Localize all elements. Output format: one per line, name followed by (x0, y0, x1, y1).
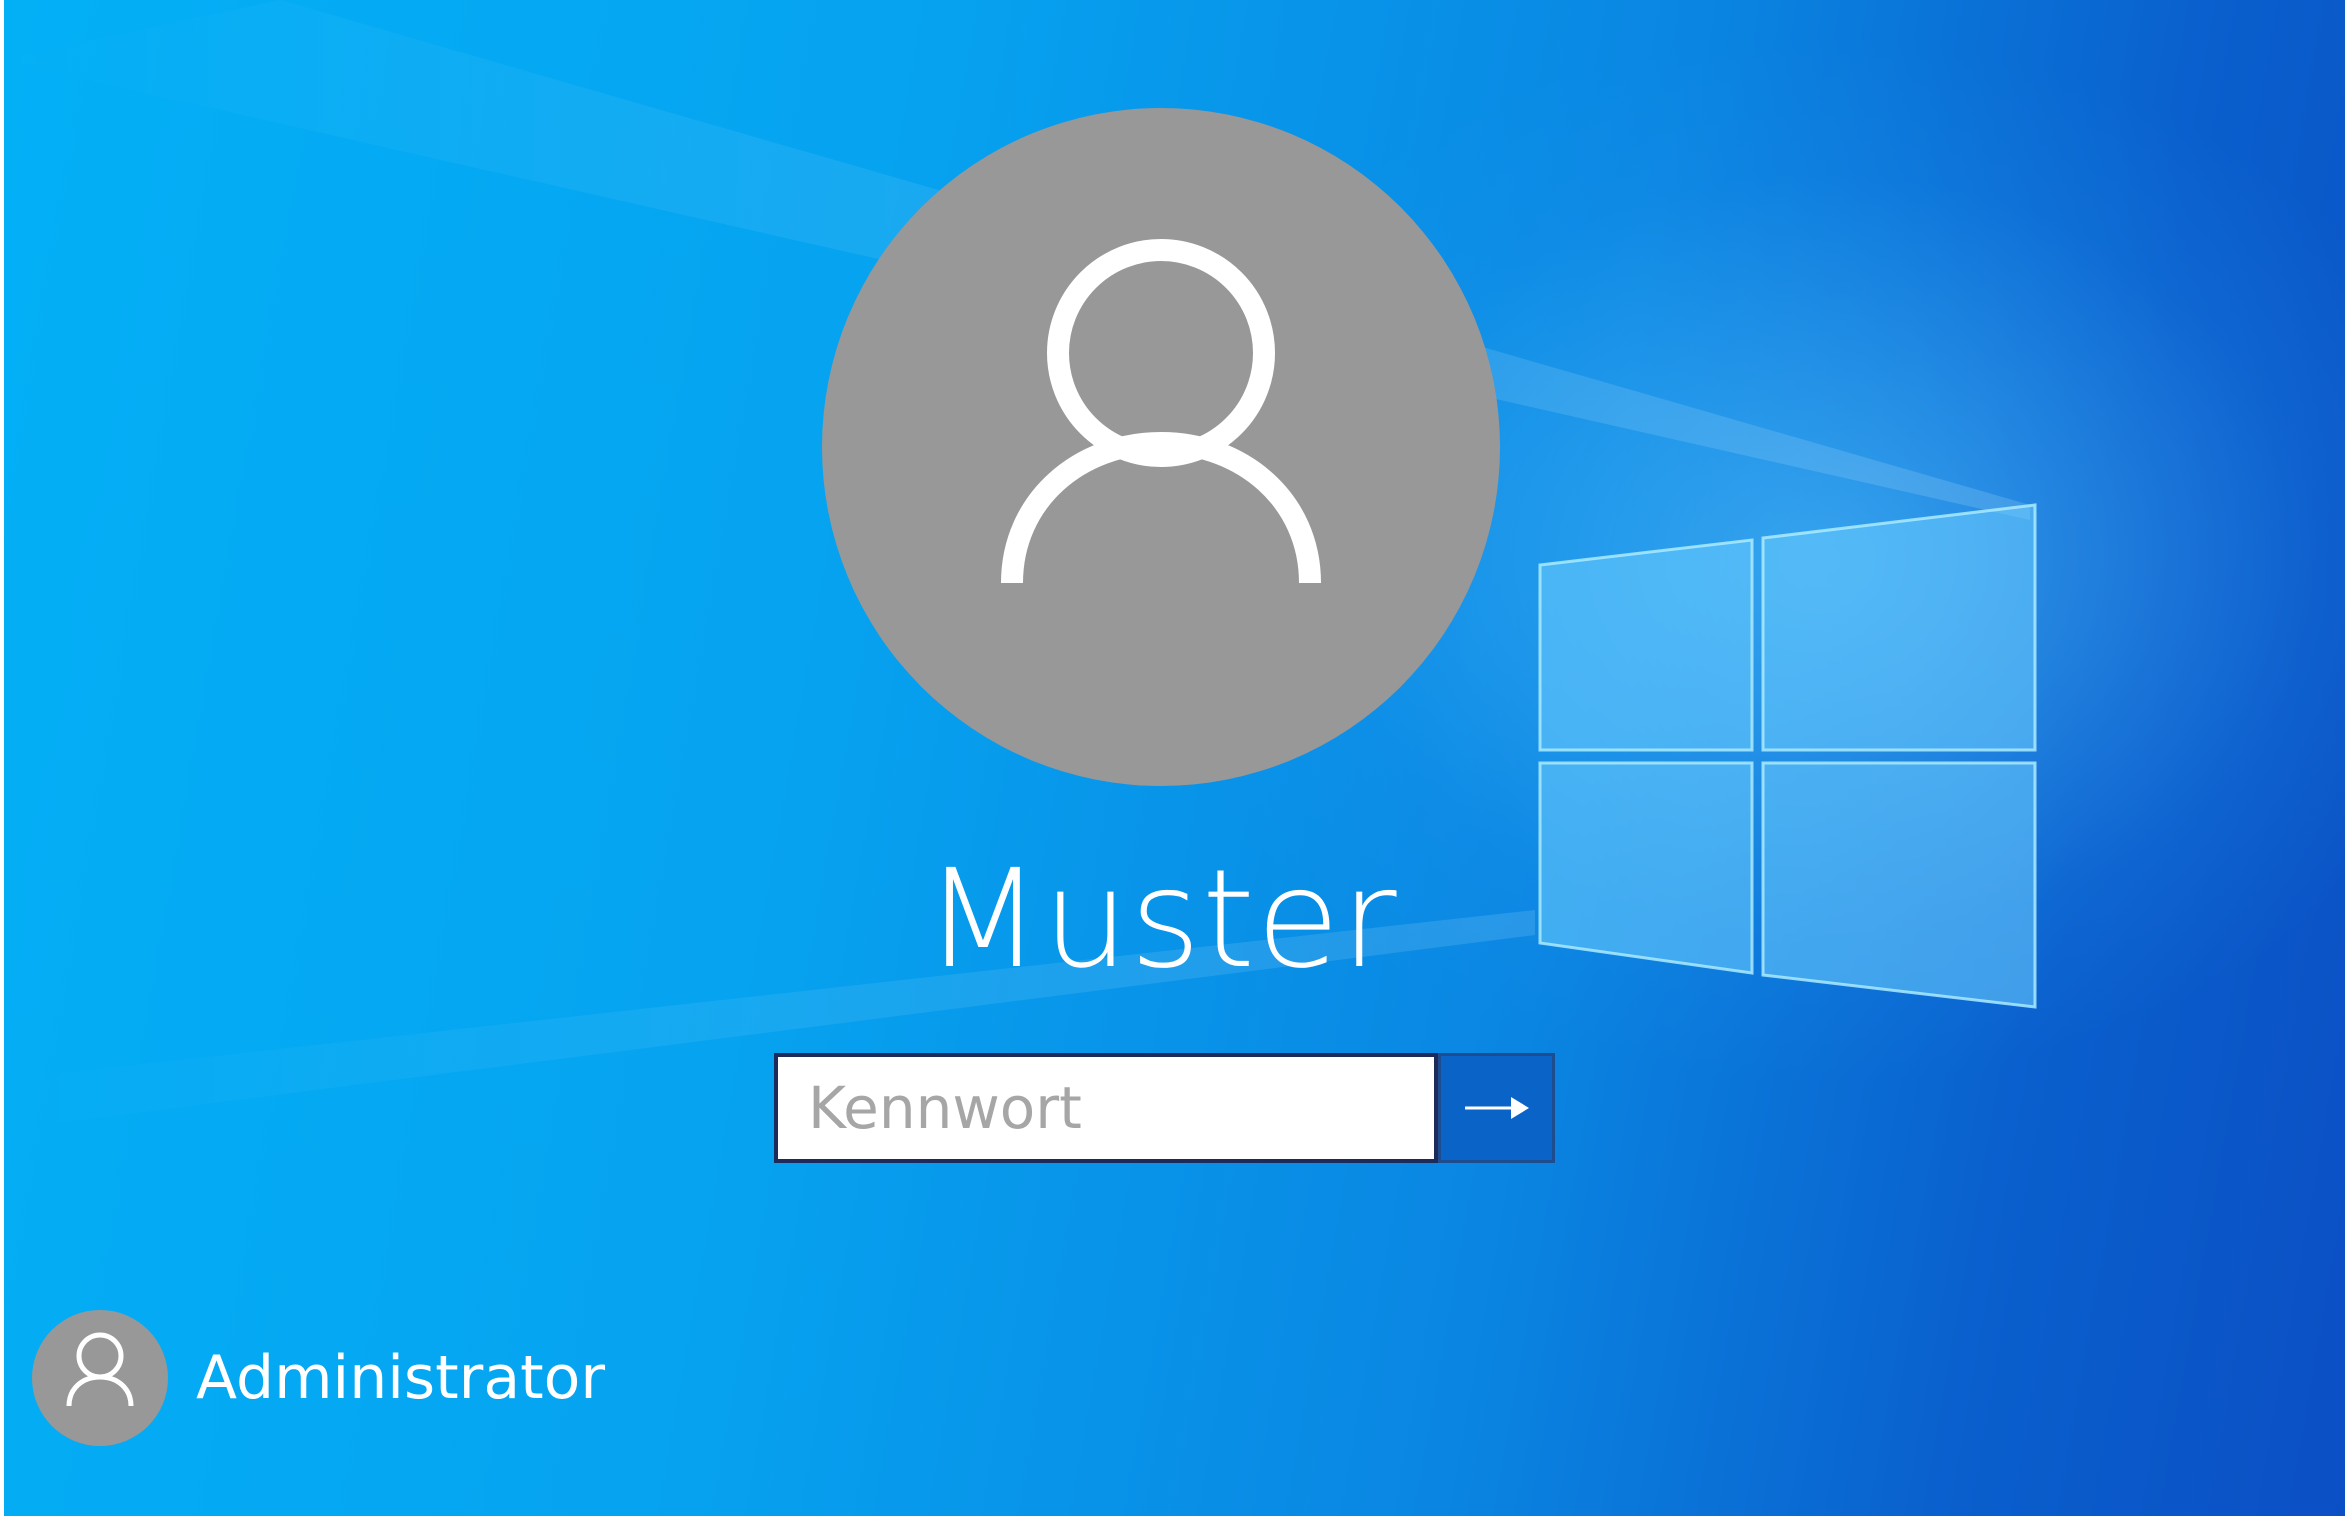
user-name: Muster (924, 841, 1398, 999)
other-user-administrator[interactable]: Administrator (32, 1310, 652, 1450)
user-icon (1001, 239, 1321, 584)
password-row (774, 1053, 1555, 1163)
other-user-name: Administrator (196, 1343, 606, 1413)
submit-button[interactable] (1438, 1053, 1555, 1163)
user-avatar-large (822, 108, 1500, 786)
arrow-right-icon (1465, 1097, 1529, 1119)
lock-screen: Muster Administrator (0, 0, 2345, 1516)
user-icon (66, 1332, 134, 1407)
password-input[interactable] (774, 1053, 1438, 1163)
user-avatar-small (32, 1310, 168, 1446)
windows-logo (1538, 503, 2037, 1009)
